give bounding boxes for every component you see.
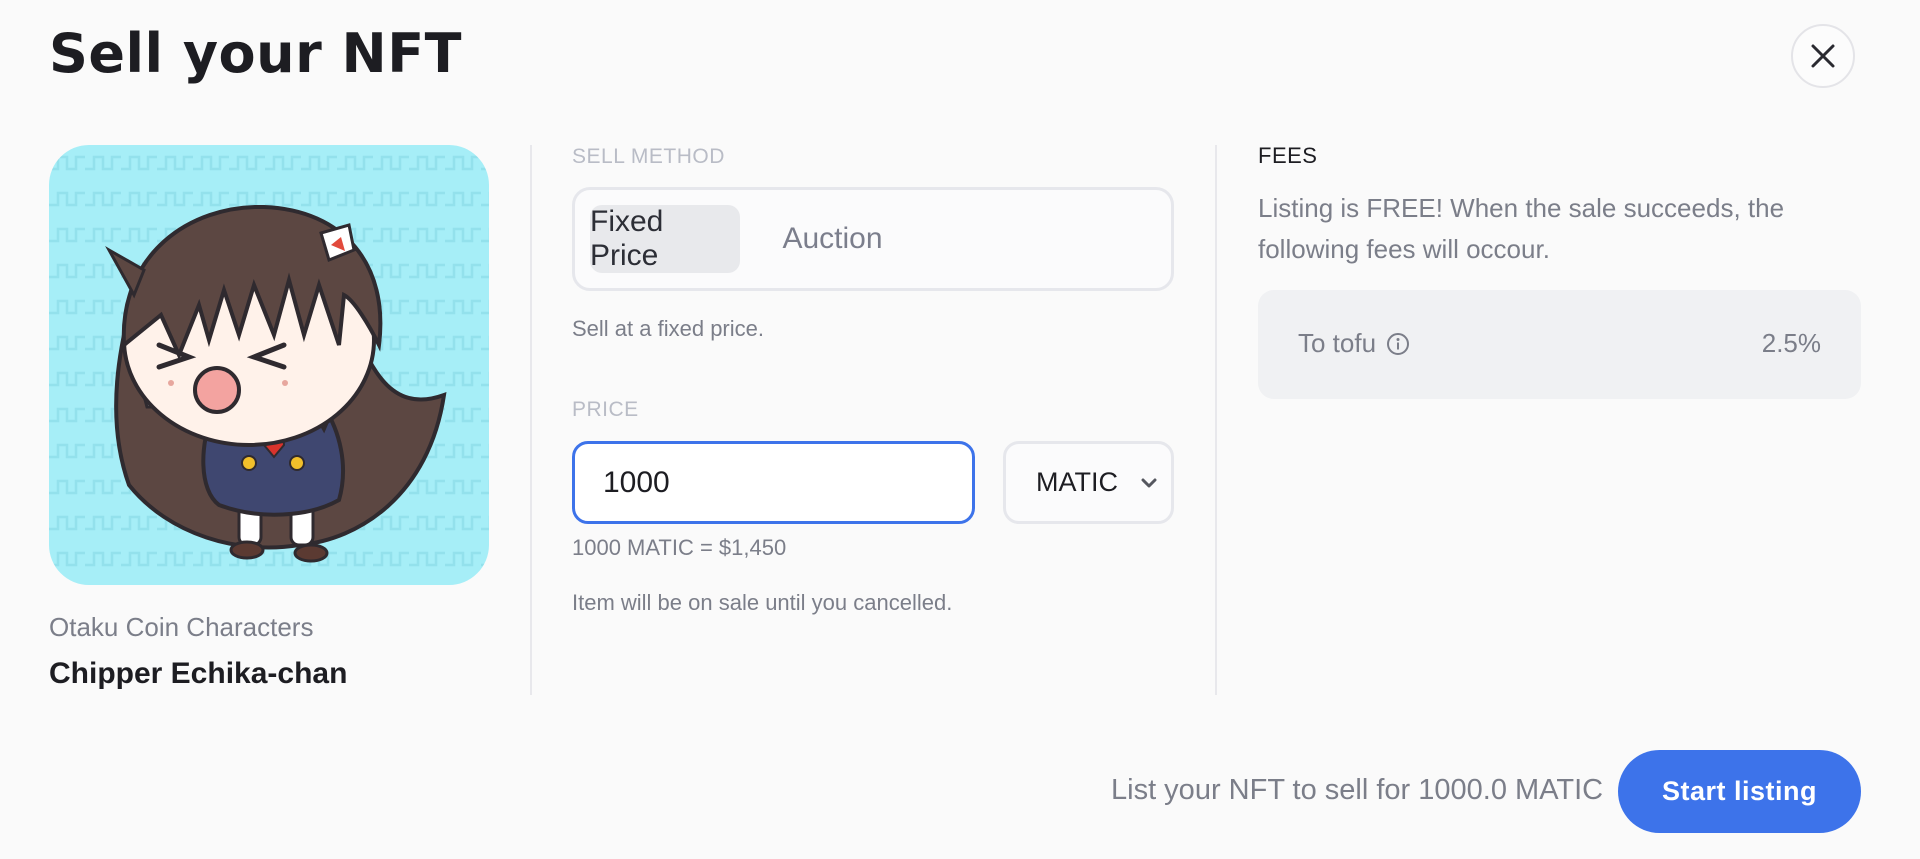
price-label: PRICE (572, 398, 639, 421)
chevron-down-icon (1141, 478, 1157, 487)
page-title: Sell your NFT (49, 22, 462, 85)
nft-image (49, 145, 489, 585)
fee-label-text: To tofu (1298, 328, 1377, 358)
fees-description: Listing is FREE! When the sale succeeds,… (1258, 193, 1785, 264)
currency-label: MATIC (1036, 467, 1118, 497)
close-icon (1811, 44, 1835, 68)
divider (1215, 145, 1217, 695)
info-icon[interactable] (1386, 332, 1410, 356)
listing-summary: List your NFT to sell for 1000.0 MATIC (1111, 774, 1604, 806)
fee-row: To tofu 2.5% (1258, 290, 1861, 399)
fee-label: To tofu (1298, 328, 1410, 359)
collection-name: Otaku Coin Characters (49, 612, 314, 642)
nft-name: Chipper Echika-chan (49, 657, 348, 690)
fixed-price-option[interactable]: Fixed Price (590, 205, 740, 273)
fees-title: FEES (1258, 143, 1318, 168)
close-button[interactable] (1791, 24, 1855, 88)
currency-select[interactable]: MATIC (1003, 441, 1174, 524)
divider (530, 145, 532, 695)
sell-method-label: SELL METHOD (572, 145, 725, 168)
sale-duration-note: Item will be on sale until you cancelled… (572, 590, 953, 615)
price-input[interactable] (572, 441, 975, 524)
auction-option[interactable]: Auction (760, 205, 905, 273)
sell-method-toggle: Fixed Price Auction (572, 187, 1174, 291)
start-listing-button[interactable]: Start listing (1618, 750, 1861, 833)
price-conversion: 1000 MATIC = $1,450 (572, 535, 787, 560)
fee-value: 2.5% (1761, 328, 1821, 358)
sell-method-helper: Sell at a fixed price. (572, 316, 764, 341)
